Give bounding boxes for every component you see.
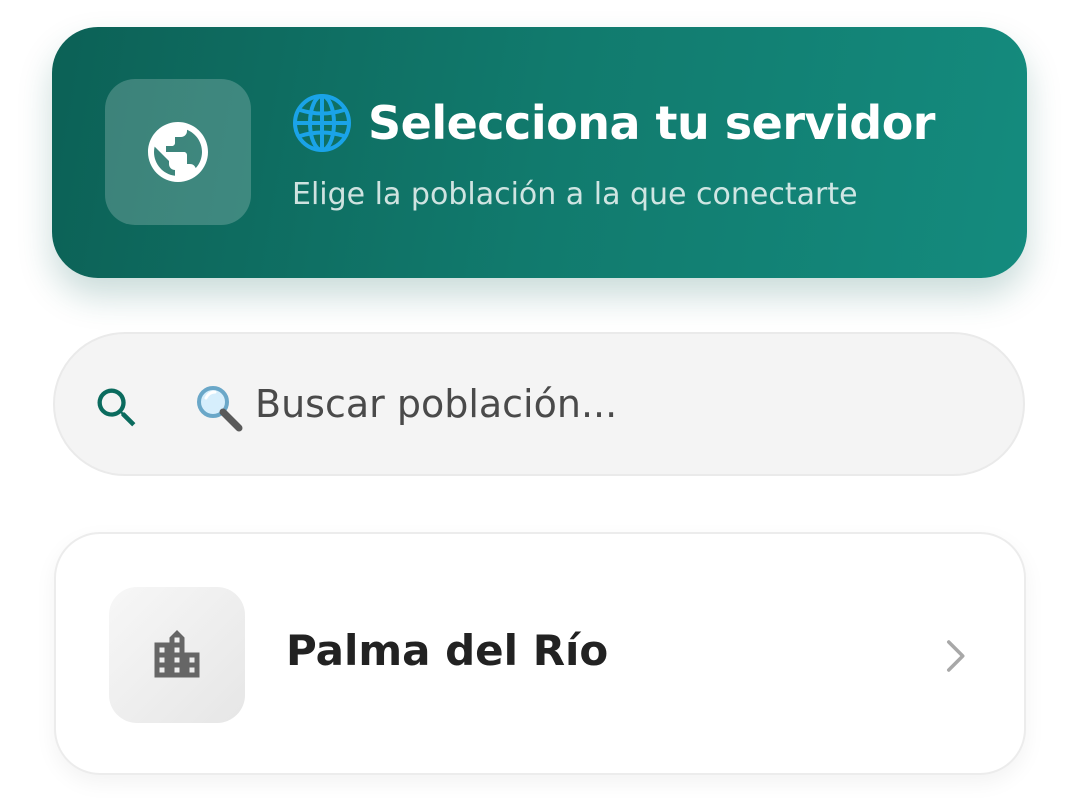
search-icon: [97, 388, 136, 427]
city-icon: [154, 630, 200, 678]
town-name: Palma del Río: [286, 626, 609, 675]
city-icon-container: [109, 587, 245, 723]
server-select-header: Selecciona tu servidor Elige la població…: [52, 27, 1027, 278]
town-item-palma-del-rio[interactable]: Palma del Río: [54, 532, 1026, 775]
search-bar[interactable]: [53, 332, 1025, 476]
search-input[interactable]: [255, 374, 975, 434]
magnifier-emoji-icon: [197, 386, 243, 432]
globe-icon: [148, 122, 208, 182]
page-title: Selecciona tu servidor: [292, 93, 936, 153]
chevron-right-icon: [947, 640, 965, 672]
page-title-text: Selecciona tu servidor: [368, 96, 936, 150]
globe-emoji-icon: [292, 93, 352, 153]
globe-icon-container: [105, 79, 251, 225]
page-subtitle: Elige la población a la que conectarte: [292, 177, 858, 212]
